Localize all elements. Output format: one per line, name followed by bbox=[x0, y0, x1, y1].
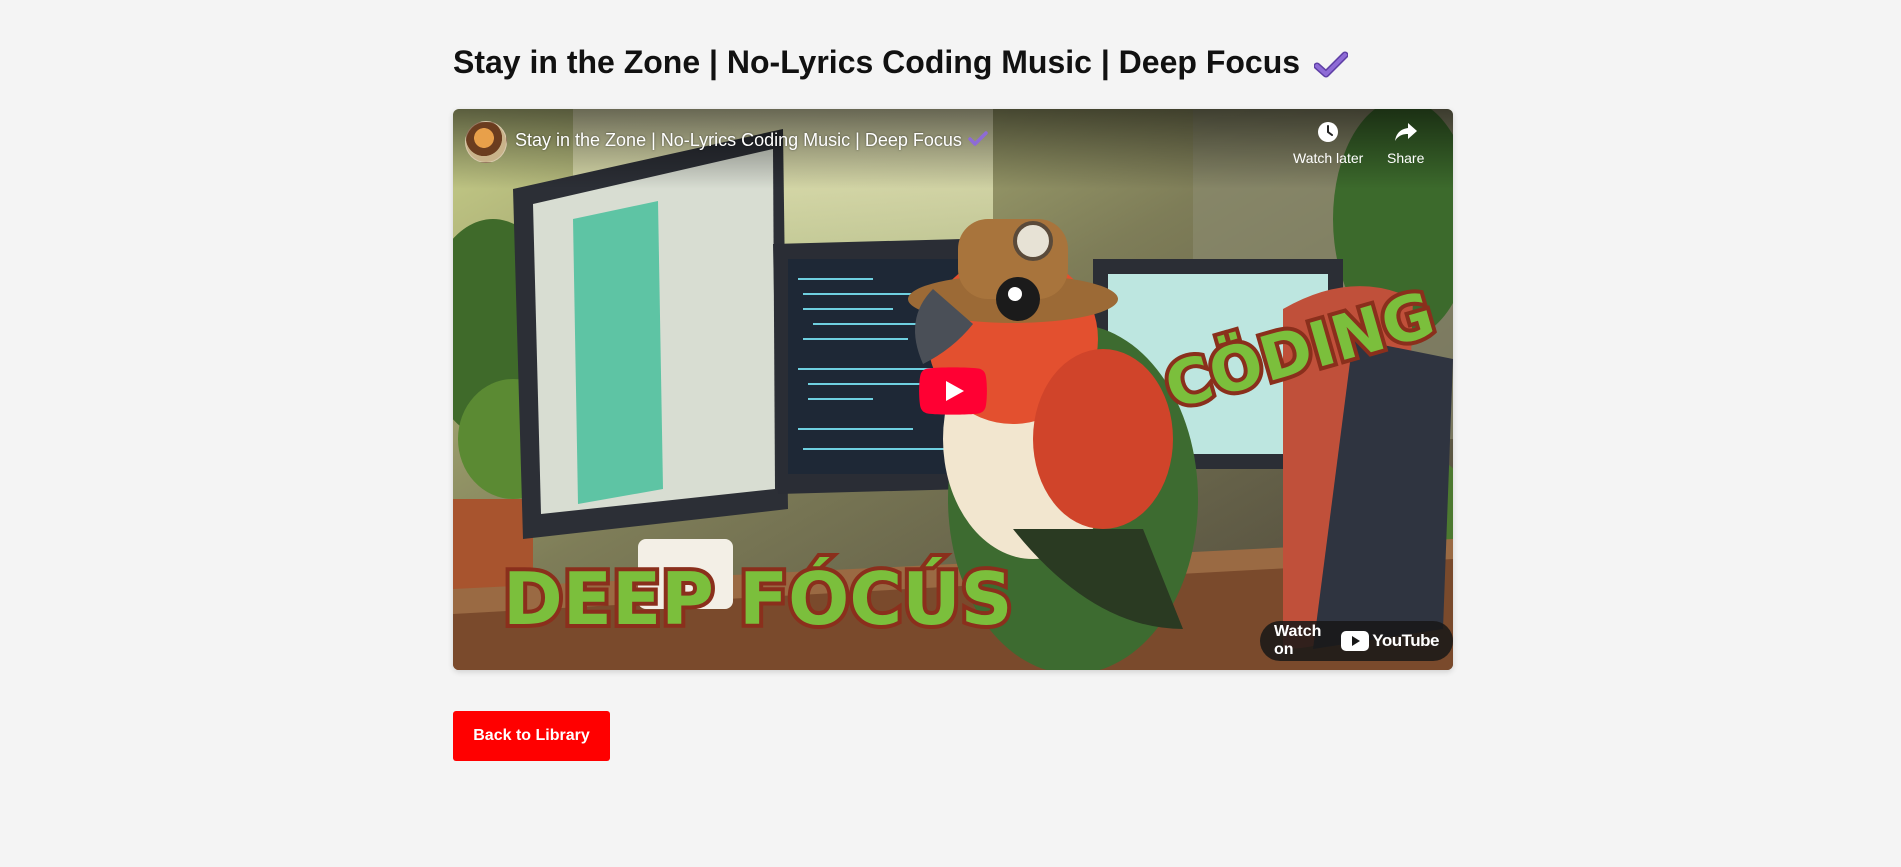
watch-later-button[interactable]: Watch later bbox=[1293, 121, 1363, 166]
share-button[interactable]: Share bbox=[1387, 121, 1424, 166]
back-to-library-button[interactable]: Back to Library bbox=[453, 711, 610, 761]
page-title: Stay in the Zone | No-Lyrics Coding Musi… bbox=[453, 44, 1349, 81]
share-label: Share bbox=[1387, 150, 1425, 166]
play-icon bbox=[919, 367, 987, 415]
watch-on-label: Watch on bbox=[1274, 623, 1322, 658]
watch-later-label: Watch later bbox=[1293, 150, 1364, 166]
play-button[interactable] bbox=[919, 367, 987, 415]
page-title-text: Stay in the Zone | No-Lyrics Coding Musi… bbox=[453, 44, 1301, 80]
checkmark-icon bbox=[968, 130, 988, 151]
thumbnail-text-deep-focus: DEEP FÓCÚS bbox=[503, 557, 1013, 641]
youtube-brand-label: YouTube bbox=[1372, 631, 1439, 650]
checkmark-icon bbox=[1313, 49, 1349, 77]
youtube-logo-icon bbox=[1341, 631, 1370, 651]
video-player[interactable]: DEEP FÓCÚS CÖDING Stay in the Zone | No-… bbox=[453, 109, 1453, 670]
video-title-text[interactable]: Stay in the Zone | No-Lyrics Coding Musi… bbox=[515, 130, 962, 151]
clock-icon bbox=[1317, 121, 1339, 146]
share-icon bbox=[1394, 121, 1418, 146]
video-title[interactable]: Stay in the Zone | No-Lyrics Coding Musi… bbox=[515, 130, 988, 151]
watch-on-youtube-button[interactable]: Watch on YouTube bbox=[1260, 621, 1453, 661]
channel-avatar[interactable] bbox=[465, 121, 507, 163]
youtube-logo: YouTube bbox=[1341, 631, 1439, 651]
